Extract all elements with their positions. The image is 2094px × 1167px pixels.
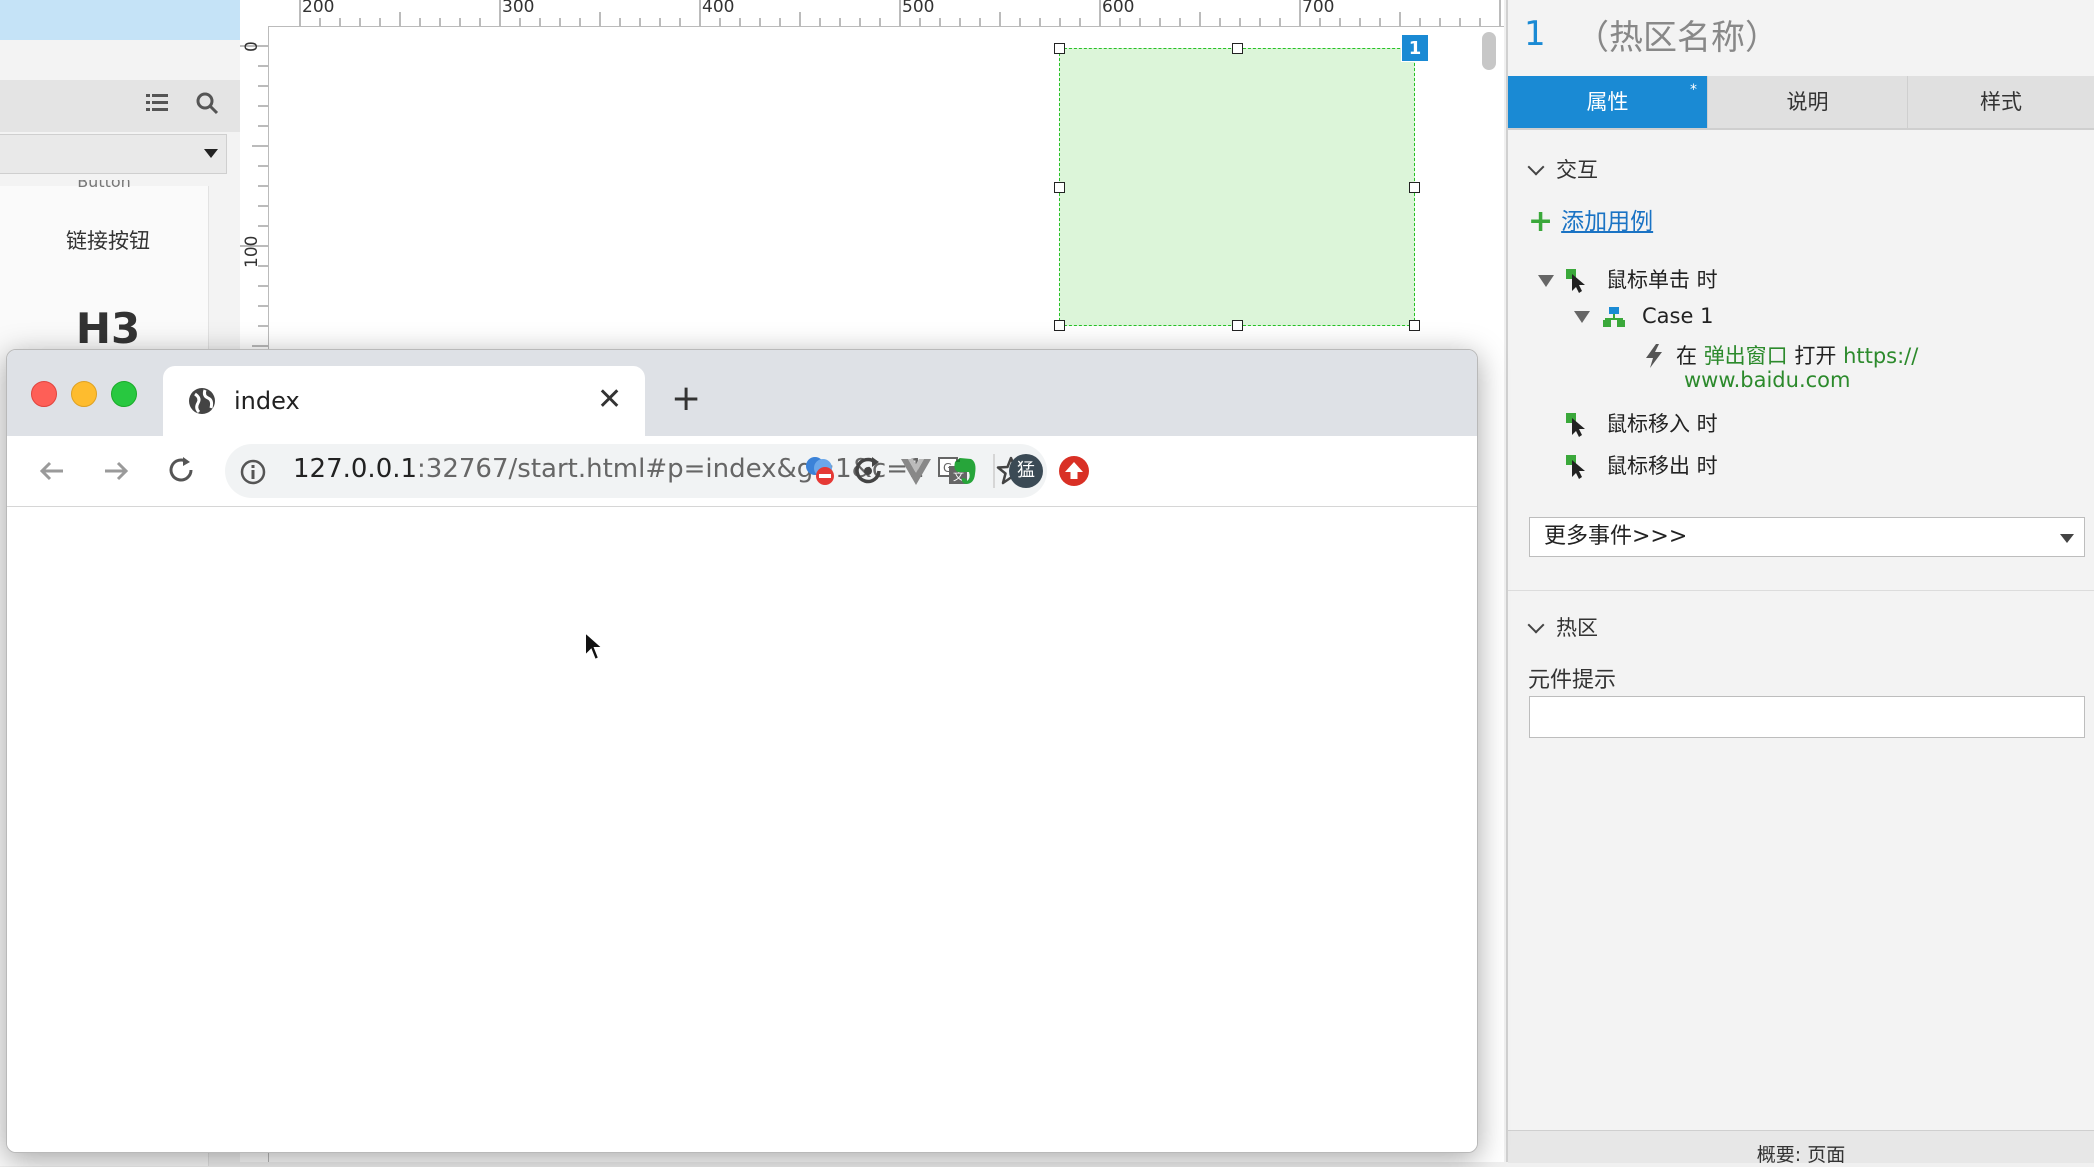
outline-label: 概要: 页面: [1756, 1144, 1846, 1166]
menu-lines-icon[interactable]: [141, 90, 173, 122]
widget-item-link-button[interactable]: 链接按钮: [0, 225, 216, 255]
ruler-label: 500: [902, 0, 935, 17]
tab-properties[interactable]: 属性 *: [1508, 76, 1708, 128]
modified-marker: *: [1690, 82, 1697, 98]
add-case-link[interactable]: + 添加用例: [1528, 202, 1654, 239]
ruler-vertical-ticks: [240, 45, 268, 347]
close-icon[interactable]: ✕: [597, 382, 622, 417]
hotspot-section-header[interactable]: 热区: [1527, 612, 1598, 642]
resize-handle[interactable]: [1054, 320, 1065, 331]
ruler-label: 400: [702, 0, 735, 17]
interaction-badge[interactable]: 1: [1401, 34, 1429, 62]
chevron-down-icon: [2060, 534, 2074, 543]
plus-icon: +: [1528, 204, 1554, 239]
upload-icon[interactable]: [1057, 454, 1091, 488]
chevron-down-icon: [204, 149, 218, 158]
lightning-icon: [1646, 344, 1662, 368]
event-pointer-icon: [1566, 413, 1585, 437]
profile-avatar[interactable]: 猛: [1009, 454, 1043, 488]
tooltip-label: 元件提示: [1528, 668, 1617, 693]
interaction-section-header[interactable]: 交互: [1527, 154, 1598, 184]
library-select-dropdown[interactable]: [0, 134, 227, 174]
ruler-label: 700: [1302, 0, 1335, 17]
tab-title: index: [234, 387, 300, 415]
close-window-button[interactable]: [31, 381, 57, 407]
action-url-part2: www.baidu.com: [1684, 368, 1851, 392]
ruler-label: 300: [502, 0, 535, 17]
extension-vue-icon[interactable]: [899, 454, 933, 488]
event-pointer-icon: [1566, 269, 1585, 293]
maximize-window-button[interactable]: [111, 381, 137, 407]
search-icon[interactable]: [191, 90, 223, 122]
resize-handle[interactable]: [1409, 320, 1420, 331]
ruler-label: 100: [242, 235, 262, 268]
resize-handle[interactable]: [1054, 182, 1065, 193]
case-label: Case 1: [1642, 304, 1714, 328]
collapse-triangle-icon: [1538, 275, 1554, 287]
event-mouse-leave[interactable]: 鼠标移出 时: [1566, 450, 1718, 480]
resize-handle[interactable]: [1232, 320, 1243, 331]
ruler-label: 0: [242, 41, 262, 52]
chevron-down-icon: [1527, 158, 1545, 176]
add-case-label: 添加用例: [1561, 209, 1654, 235]
widget-item-label-partial: Button: [77, 180, 131, 190]
section-title: 热区: [1556, 616, 1598, 640]
browser-window: index ✕ + 127.0.0.1:32767/start.html#p=i…: [6, 349, 1478, 1153]
ruler-label: 600: [1102, 0, 1135, 17]
extension-sync-icon[interactable]: [851, 454, 885, 488]
widget-item-h3[interactable]: H3: [0, 304, 216, 353]
chevron-down-icon: [1527, 616, 1545, 634]
action-target: 弹出窗口: [1703, 344, 1788, 368]
action-verb: 打开: [1794, 344, 1837, 368]
hotspot-widget[interactable]: [1054, 43, 1420, 331]
left-panel-toolbar: [0, 80, 240, 132]
tooltip-input[interactable]: [1529, 696, 2085, 738]
evernote-icon[interactable]: [947, 454, 981, 488]
toolbar-separator: [993, 454, 995, 488]
tab-label: 样式: [1980, 90, 2022, 114]
event-mouse-enter[interactable]: 鼠标移入 时: [1566, 408, 1718, 438]
extension-blocker-icon[interactable]: [803, 454, 837, 488]
section-title: 交互: [1556, 158, 1598, 182]
more-events-select[interactable]: 更多事件>>>: [1529, 517, 2085, 557]
url-path: :32767/start.html#p=index&g=1&c=1: [417, 454, 925, 484]
widget-name-field[interactable]: （热区名称）: [1575, 10, 1779, 59]
minimize-window-button[interactable]: [71, 381, 97, 407]
event-label: 鼠标移入 时: [1606, 412, 1718, 436]
event-label: 鼠标移出 时: [1606, 454, 1718, 478]
widget-number: 1: [1524, 14, 1546, 54]
mouse-cursor-icon: [584, 630, 605, 662]
tab-style[interactable]: 样式: [1908, 76, 2094, 128]
collapse-triangle-icon: [1574, 311, 1590, 323]
tab-label: 属性: [1586, 90, 1629, 114]
inspector-tabs: 属性 * 说明 样式: [1508, 76, 2094, 130]
case-row[interactable]: Case 1: [1574, 304, 1713, 329]
tab-label: 说明: [1786, 90, 1829, 114]
back-arrow-icon[interactable]: [37, 456, 67, 486]
event-onclick[interactable]: 鼠标单击 时: [1538, 264, 1718, 294]
globe-icon: [189, 388, 215, 414]
resize-handle[interactable]: [1409, 182, 1420, 193]
ruler-horizontal: 200 300 400 500 600 700: [240, 0, 1504, 27]
tab-notes[interactable]: 说明: [1708, 76, 1908, 128]
forward-arrow-icon[interactable]: [101, 456, 131, 486]
ruler-label: 200: [302, 0, 335, 17]
event-label: 鼠标单击 时: [1606, 268, 1718, 292]
more-events-label: 更多事件>>>: [1544, 524, 1688, 549]
page-content[interactable]: [7, 507, 1477, 1152]
reload-icon[interactable]: [165, 454, 197, 486]
new-tab-button[interactable]: +: [671, 378, 701, 419]
action-prefix: 在: [1676, 344, 1697, 368]
section-divider: [1508, 590, 2094, 591]
url-host: 127.0.0.1: [293, 454, 418, 484]
action-url-part1: https://: [1843, 344, 1919, 368]
resize-handle[interactable]: [1054, 43, 1065, 54]
resize-handle[interactable]: [1232, 43, 1243, 54]
event-pointer-icon: [1566, 455, 1585, 479]
case-branch-icon: [1603, 307, 1625, 327]
info-icon[interactable]: [239, 458, 267, 486]
canvas-scrollbar[interactable]: [1482, 32, 1496, 70]
left-panel-header-strip: [0, 0, 240, 40]
action-row[interactable]: 在 弹出窗口 打开 https:// www.baidu.com: [1642, 344, 1918, 392]
